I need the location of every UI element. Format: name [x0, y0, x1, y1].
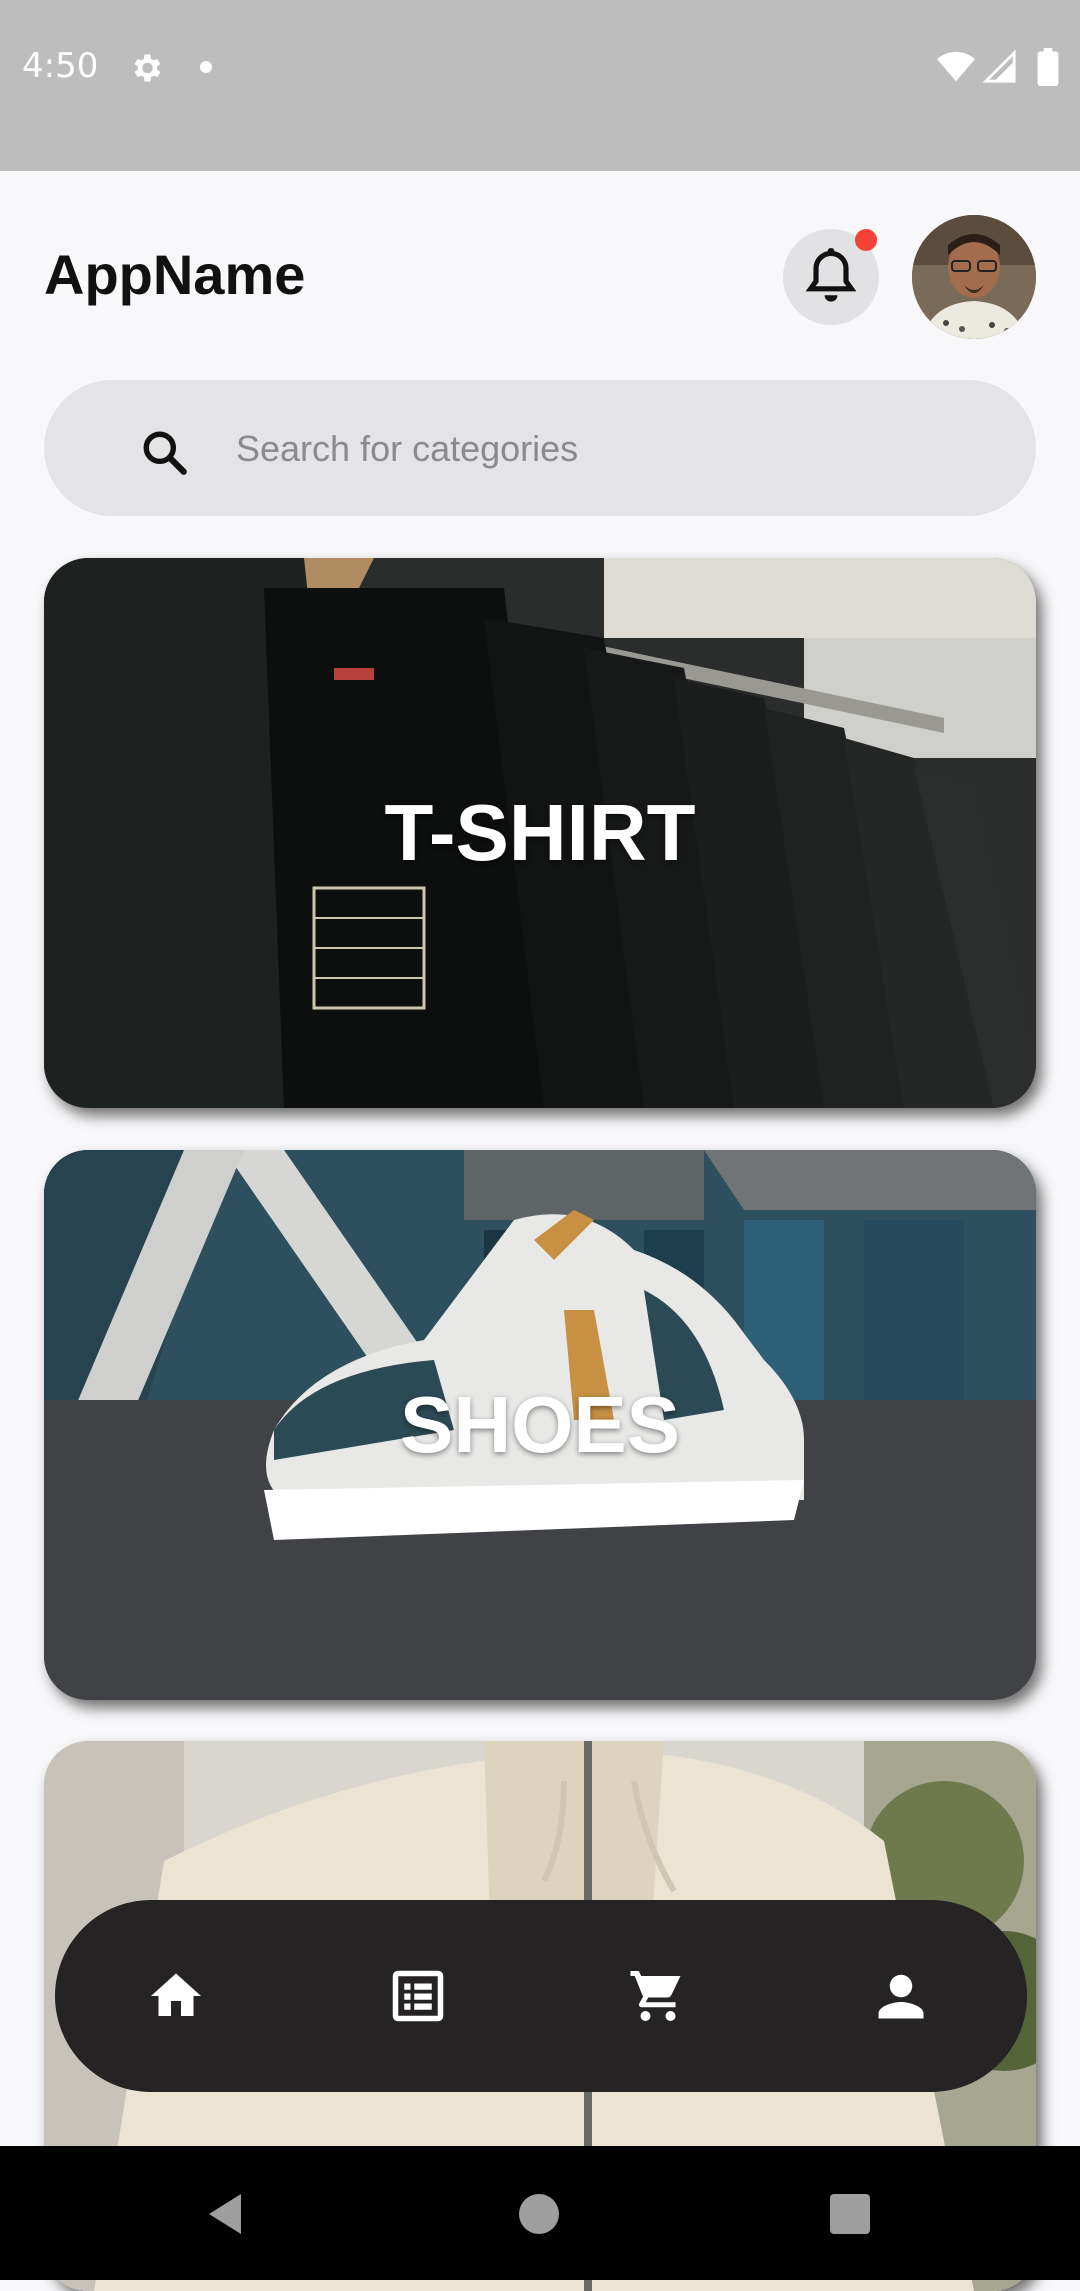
status-bar: 4:50	[0, 0, 1080, 171]
bell-icon	[805, 248, 857, 302]
home-icon[interactable]	[146, 1966, 206, 2026]
category-card-shoes[interactable]: SHOES	[44, 1150, 1036, 1700]
bottom-nav	[55, 1900, 1027, 2092]
search-bar[interactable]	[44, 380, 1036, 516]
home-circle-icon[interactable]	[519, 2194, 559, 2234]
signal-icon	[983, 50, 1016, 83]
category-label-tshirt: T-SHIRT	[384, 788, 696, 877]
battery-icon	[1037, 48, 1059, 86]
search-icon	[143, 431, 187, 475]
app-title: AppName	[44, 243, 306, 306]
avatar-image	[912, 215, 1036, 339]
list-icon[interactable]	[388, 1966, 448, 2026]
person-icon[interactable]	[871, 1966, 931, 2026]
search-input[interactable]	[234, 420, 998, 478]
category-card-tshirt[interactable]: T-SHIRT	[44, 558, 1036, 1108]
system-nav-bar	[0, 2146, 1080, 2280]
wifi-icon	[937, 51, 975, 82]
category-label-shoes: SHOES	[399, 1380, 681, 1469]
cart-icon[interactable]	[628, 1966, 688, 2026]
recents-icon[interactable]	[830, 2194, 870, 2234]
dot-icon	[200, 61, 212, 73]
back-icon[interactable]	[205, 2192, 245, 2236]
avatar[interactable]	[912, 215, 1036, 339]
status-time: 4:50	[22, 46, 99, 86]
gear-icon	[134, 54, 161, 82]
notification-badge	[855, 229, 877, 251]
